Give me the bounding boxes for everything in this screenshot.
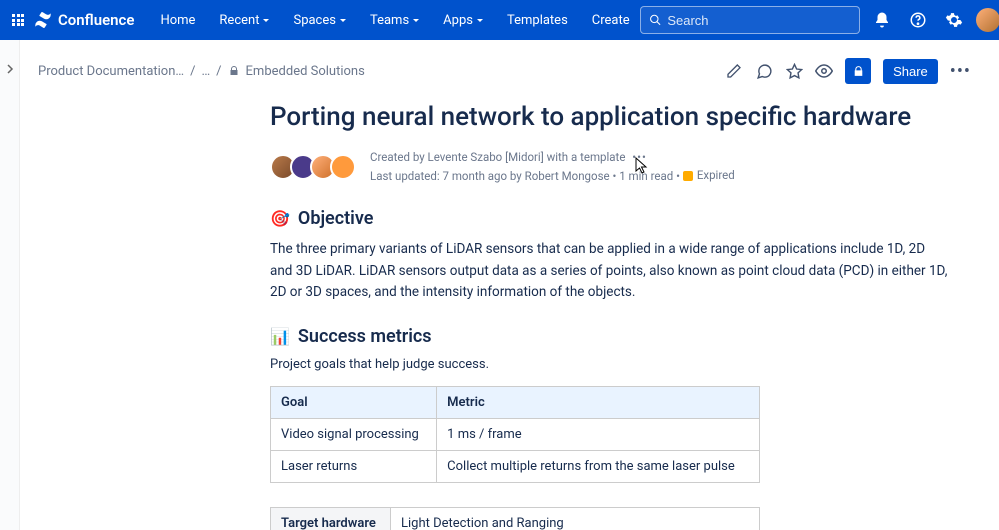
nav-spaces[interactable]: Spaces xyxy=(283,0,356,40)
product-name: Confluence xyxy=(58,11,134,29)
search-icon xyxy=(649,13,662,27)
restricted-icon xyxy=(228,65,240,77)
restrictions-button[interactable] xyxy=(845,58,871,84)
breadcrumb-space[interactable]: Product Documentation… xyxy=(38,64,184,79)
chart-icon: 📊 xyxy=(270,327,290,346)
byline: Created by Levente Szabo [Midori] with a… xyxy=(270,148,969,186)
share-button[interactable]: Share xyxy=(883,59,938,84)
target-icon: 🎯 xyxy=(270,209,290,228)
profile-avatar[interactable] xyxy=(976,8,999,32)
breadcrumb-page[interactable]: Embedded Solutions xyxy=(246,64,365,79)
section-objective-heading: 🎯 Objective xyxy=(270,208,969,229)
table-row: Laser returns Collect multiple returns f… xyxy=(271,450,760,482)
nav-teams[interactable]: Teams xyxy=(360,0,429,40)
nav-create[interactable]: Create xyxy=(582,0,640,40)
col-goal: Goal xyxy=(271,386,437,418)
table-header-row: Goal Metric xyxy=(271,386,760,418)
col-metric: Metric xyxy=(437,386,760,418)
breadcrumb-mid[interactable]: … xyxy=(201,64,210,79)
byline-more-icon[interactable]: ••• xyxy=(632,150,647,164)
notifications-icon[interactable] xyxy=(868,6,896,34)
document-content: Porting neural network to application sp… xyxy=(20,84,999,530)
top-nav: Confluence Home Recent Spaces Teams Apps… xyxy=(0,0,999,40)
confluence-icon xyxy=(34,11,52,29)
star-icon[interactable] xyxy=(785,62,803,80)
status-color-icon xyxy=(683,171,693,181)
status-badge: Expired xyxy=(683,166,735,184)
nav-home[interactable]: Home xyxy=(150,0,205,40)
search-input[interactable] xyxy=(667,13,850,28)
metrics-table: Goal Metric Video signal processing 1 ms… xyxy=(270,386,760,483)
help-icon[interactable] xyxy=(904,6,932,34)
properties-table: Target hardware Light Detection and Rang… xyxy=(270,507,760,530)
breadcrumb: Product Documentation… / … / Embedded So… xyxy=(38,64,365,79)
sidebar-expand-handle[interactable] xyxy=(0,40,20,530)
settings-icon[interactable] xyxy=(940,6,968,34)
avatar[interactable] xyxy=(330,154,356,180)
app-switcher-icon[interactable] xyxy=(12,14,24,26)
chevron-right-icon xyxy=(5,64,15,74)
page-toolbar: Product Documentation… / … / Embedded So… xyxy=(20,40,999,84)
search-box[interactable] xyxy=(640,6,860,34)
success-subtext: Project goals that help judge success. xyxy=(270,357,969,372)
more-actions-icon[interactable]: ••• xyxy=(950,61,971,82)
edit-icon[interactable] xyxy=(725,62,743,80)
table-row: Target hardware Light Detection and Rang… xyxy=(271,507,760,530)
section-success-heading: 📊 Success metrics xyxy=(270,326,969,347)
updated-line: Last updated: 7 month ago by Robert Mong… xyxy=(370,166,735,186)
created-by-line: Created by Levente Szabo [Midori] with a… xyxy=(370,148,735,166)
nav-apps[interactable]: Apps xyxy=(433,0,493,40)
watch-icon[interactable] xyxy=(815,62,833,80)
page-title: Porting neural network to application sp… xyxy=(270,102,969,132)
contributor-avatars[interactable] xyxy=(270,154,356,180)
nav-templates[interactable]: Templates xyxy=(497,0,578,40)
objective-body: The three primary variants of LiDAR sens… xyxy=(270,239,950,304)
product-logo[interactable]: Confluence xyxy=(34,11,134,29)
comment-icon[interactable] xyxy=(755,62,773,80)
nav-recent[interactable]: Recent xyxy=(209,0,279,40)
table-row: Video signal processing 1 ms / frame xyxy=(271,418,760,450)
